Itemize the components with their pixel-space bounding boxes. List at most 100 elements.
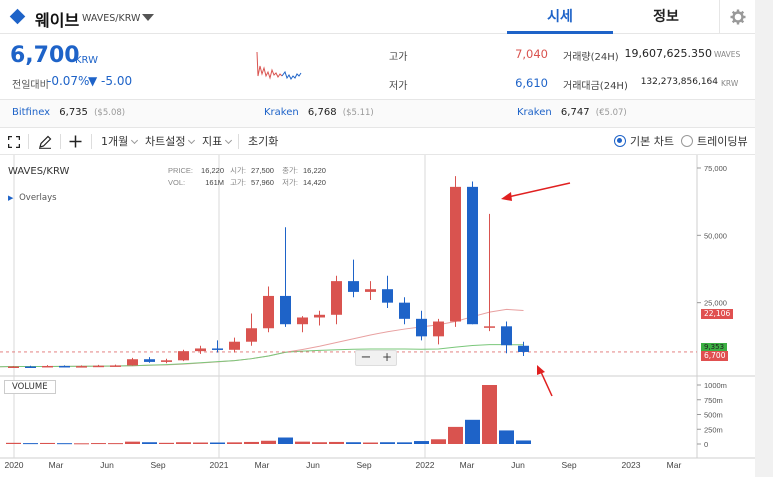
x-tick-label: Mar [255, 460, 270, 470]
candle-body [93, 365, 104, 368]
volume-bar [6, 442, 21, 444]
chevron-down-icon [188, 136, 196, 145]
reset-button[interactable]: 초기화 [248, 128, 278, 155]
exchange-usd: ($5.08) [94, 108, 126, 118]
ma-long-badge: 22,106 [701, 309, 734, 319]
fullscreen-icon[interactable] [8, 136, 20, 148]
x-tick-label: Jun [511, 460, 525, 470]
candle-body [212, 348, 223, 350]
settings-button[interactable] [719, 0, 755, 34]
candle-body [195, 348, 206, 352]
basic-chart-label: 기본 차트 [630, 135, 674, 148]
chart-settings-dropdown[interactable]: 차트설정 [145, 128, 196, 155]
volume-bar [193, 442, 208, 444]
volume-bar [142, 442, 157, 444]
add-plus-icon[interactable] [69, 135, 82, 148]
candle-body [331, 281, 342, 315]
x-tick-label: Jun [100, 460, 114, 470]
exchange-item[interactable]: Kraken 6,747 (€5.07) [517, 107, 627, 118]
candle-body [297, 317, 308, 325]
exchange-name: Kraken [264, 107, 299, 118]
candle-body [161, 360, 172, 362]
info-label: VOL: [168, 178, 186, 187]
indicators-dropdown[interactable]: 지표 [202, 128, 233, 155]
info-vol: 161M [205, 178, 224, 187]
exchange-price: 6,735 [59, 107, 88, 118]
amount-value: 132,273,856,164 [640, 77, 718, 87]
tradingview-radio[interactable]: 트레이딩뷰 [681, 128, 748, 155]
divider [91, 134, 92, 149]
annotation-arrow [501, 182, 571, 201]
mini-sparkline [256, 51, 302, 80]
volume-bar [74, 443, 89, 445]
y-tick-label: 50,000 [704, 231, 727, 240]
volume-tick-label: 0 [704, 440, 708, 449]
volume-bar [465, 419, 480, 444]
chevron-down-icon [131, 136, 139, 145]
volume-bar [482, 385, 497, 444]
price-chart[interactable]: 75,000 50,000 25,000 1000m 750m 500m 250m 0 202… [0, 155, 755, 477]
exchange-price: 6,768 [307, 107, 337, 118]
volume-bar [23, 443, 38, 445]
info-label: PRICE: [168, 166, 194, 175]
draw-pencil-icon[interactable] [38, 135, 52, 149]
info-high: 57,960 [251, 178, 274, 187]
volume-bar [57, 443, 72, 445]
info-close: 16,220 [303, 166, 326, 175]
tab-market[interactable]: 시세 [507, 0, 613, 34]
coin-select-chevron-down-icon[interactable] [142, 14, 154, 21]
volume-bar [363, 442, 378, 444]
y-tick-label: 25,000 [704, 299, 727, 308]
volume-bar [312, 442, 327, 444]
basic-chart-radio[interactable]: 기본 차트 [614, 128, 674, 155]
candle-body [76, 366, 87, 368]
volume-bar [108, 443, 123, 445]
exchange-name: Kraken [517, 107, 552, 118]
candle-body [127, 359, 138, 366]
candle-body [25, 366, 36, 368]
triangle-right-icon: ▶ [8, 194, 14, 202]
zoom-out-button[interactable]: − [356, 351, 376, 365]
volume-bar [516, 440, 531, 444]
ma-short-line [0, 344, 524, 368]
x-tick-label: 2020 [5, 460, 24, 470]
candle-body [518, 345, 529, 352]
info-open: 27,500 [251, 166, 274, 175]
candle-body [416, 318, 427, 337]
volume-label: 거래량(24H) [563, 52, 619, 63]
zoom-in-button[interactable]: + [377, 351, 397, 365]
candle-body [484, 326, 495, 328]
x-tick-label: Sep [356, 460, 371, 470]
volume-bar [346, 442, 361, 444]
low-label: 저가 [389, 81, 408, 92]
right-gutter [755, 0, 773, 477]
candle-body [365, 289, 376, 292]
tab-info[interactable]: 정보 [613, 0, 719, 34]
exchange-item[interactable]: Bitfinex 6,735 ($5.08) [12, 107, 125, 118]
volume-bar [40, 442, 55, 444]
exchange-item[interactable]: Kraken 6,768 ($5.11) [264, 107, 374, 118]
overlays-toggle[interactable]: ▶ Overlays [8, 193, 57, 203]
period-dropdown[interactable]: 1개월 [101, 128, 139, 155]
candle-body [450, 186, 461, 322]
volume-bar [210, 442, 225, 444]
x-tick-label: Sep [561, 460, 576, 470]
x-tick-label: 2023 [622, 460, 641, 470]
overlays-label: Overlays [19, 193, 57, 203]
chart-canvas[interactable]: 75,000 50,000 25,000 1000m 750m 500m 250m 0 202… [0, 155, 755, 477]
radio-selected-icon [614, 135, 626, 147]
info-label: 저가: [282, 178, 298, 187]
volume-tick-label: 500m [704, 411, 723, 420]
exchange-usd: ($5.11) [342, 108, 374, 118]
candle-body [501, 326, 512, 346]
change-percent: -0.07% [47, 74, 90, 88]
volume-bar [227, 442, 242, 444]
volume-tick-label: 1000m [704, 381, 727, 390]
change-label: 전일대비 [12, 80, 49, 91]
info-price: 16,220 [201, 166, 224, 175]
chart-symbol: WAVES/KRW [8, 166, 70, 177]
exchange-eur: (€5.07) [595, 108, 627, 118]
candle-body [263, 295, 274, 329]
x-tick-label: Sep [150, 460, 165, 470]
ma-long-line [0, 308, 524, 368]
